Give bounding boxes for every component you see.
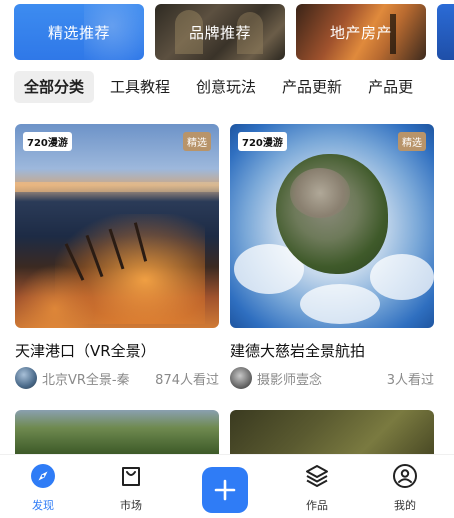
tab-creative-play[interactable]: 创意玩法 [186,71,266,103]
banner-brand[interactable]: 品牌推荐 [155,4,285,60]
featured-badge: 精选 [183,132,211,151]
nav-mine-label: 我的 [394,499,416,512]
banner-row: 精选推荐 品牌推荐 地产房产 [14,4,454,60]
feed-card[interactable]: 720漫游 精选 天津港口（VR全景） 北京VR全景-秦 874人看过 [15,124,219,389]
avatar[interactable] [15,367,37,389]
card-thumbnail-planet[interactable]: 720漫游 精选 [230,124,434,328]
tab-tool-tutorials[interactable]: 工具教程 [100,71,180,103]
vr-tour-badge: 720漫游 [238,132,287,151]
card-meta: 摄影师壹念 3人看过 [230,367,434,389]
author-name[interactable]: 摄影师壹念 [257,369,387,388]
layers-icon [306,465,328,487]
plus-icon [214,479,236,501]
nav-discover-label: 发现 [32,499,54,512]
view-count: 874人看过 [155,372,219,388]
nav-market[interactable]: 市场 [101,463,161,513]
user-icon [393,464,417,488]
feed-card-partial[interactable] [15,410,219,454]
compass-icon [31,464,55,488]
bottom-navigation: 发现 市场 作品 我的 [0,454,454,518]
category-tabs: 全部分类 工具教程 创意玩法 产品更新 产品更 [14,70,454,104]
nav-works-label: 作品 [306,499,328,512]
card-meta: 北京VR全景-秦 874人看过 [15,367,219,389]
banner-real-estate[interactable]: 地产房产 [296,4,426,60]
vr-tour-badge: 720漫游 [23,132,72,151]
feed-card[interactable]: 720漫游 精选 建德大慈岩全景航拍 摄影师壹念 3人看过 [230,124,434,389]
banner-featured-label: 精选推荐 [47,23,110,42]
view-count: 3人看过 [386,372,434,388]
create-button[interactable] [202,467,248,513]
featured-badge: 精选 [398,132,426,151]
author-name[interactable]: 北京VR全景-秦 [42,369,155,388]
card-thumbnail-port[interactable]: 720漫游 精选 [15,124,219,328]
tab-all-categories[interactable]: 全部分类 [14,71,95,103]
banner-brand-label: 品牌推荐 [188,23,251,42]
nav-mine[interactable]: 我的 [375,463,435,513]
tab-product-updates-partial[interactable]: 产品更 [358,71,423,103]
card-title[interactable]: 建德大慈岩全景航拍 [230,340,434,361]
card-title[interactable]: 天津港口（VR全景） [15,340,219,361]
banner-featured[interactable]: 精选推荐 [14,4,144,60]
nav-discover[interactable]: 发现 [13,463,73,513]
feed-card-partial[interactable] [230,410,434,454]
nav-works[interactable]: 作品 [287,463,347,513]
shopping-bag-icon [122,467,140,486]
avatar[interactable] [230,367,252,389]
tab-product-updates[interactable]: 产品更新 [272,71,352,103]
banner-real-estate-label: 地产房产 [329,23,392,42]
banner-partial[interactable] [437,4,454,60]
nav-market-label: 市场 [120,499,142,512]
